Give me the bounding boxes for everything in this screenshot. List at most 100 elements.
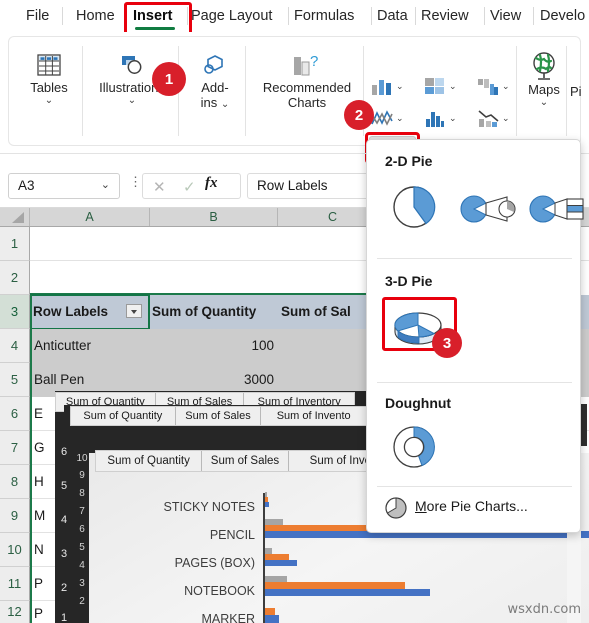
axis-tick: 1 — [60, 612, 68, 623]
pie-of-pie-icon — [460, 195, 516, 223]
ribbon-group-pivotchart[interactable]: Pi — [570, 84, 589, 99]
chevron-down-icon[interactable]: ⌄ — [88, 95, 176, 106]
row-header-5[interactable]: 5 — [0, 363, 30, 397]
chart-header-inventory-2: Sum of Invento — [276, 410, 351, 422]
doughnut-option[interactable] — [391, 424, 437, 475]
table-icon — [20, 50, 78, 80]
addins-icon — [188, 50, 242, 80]
chart-category-label: MARKER — [201, 612, 255, 623]
step-badge-3: 3 — [432, 328, 462, 358]
tab-file[interactable]: File — [26, 4, 49, 28]
chart-category-label: PENCIL — [209, 528, 255, 542]
chevron-down-icon[interactable]: ⌄ — [449, 113, 457, 124]
row-header-2[interactable]: 2 — [0, 261, 30, 295]
chevron-down-icon[interactable]: ⌄ — [502, 81, 510, 92]
ribbon-group-label: Recommended — [262, 80, 352, 95]
statistic-chart-button[interactable]: ⌄ — [424, 108, 457, 128]
column-header-b[interactable]: B — [150, 208, 278, 226]
ribbon-group-addins[interactable]: Add- ins ⌄ — [188, 50, 242, 110]
row-header-1[interactable]: 1 — [0, 227, 30, 261]
row-header-12[interactable]: 12 — [0, 601, 30, 623]
tab-formulas[interactable]: Formulas — [294, 4, 354, 28]
waterfall-chart-icon — [478, 79, 498, 95]
chart-window-front-header: Sum of Quantity Sum of Sales Sum of Inve — [95, 450, 393, 472]
bar-quantity-sticky — [265, 502, 269, 507]
pie-chart-dropdown-menu[interactable]: 2-D Pie 3-D Pie Doughnut More Pie Charts… — [366, 139, 584, 533]
hierarchy-chart-button[interactable]: ⌄ — [424, 76, 457, 96]
row-header-10[interactable]: 10 — [0, 533, 30, 567]
column-header-a[interactable]: A — [30, 208, 150, 226]
axis-tick: 2 — [60, 582, 68, 594]
svg-text:?: ? — [310, 53, 318, 70]
chevron-down-icon[interactable]: ⌄ — [101, 178, 110, 191]
axis-tick: 6 — [60, 446, 68, 458]
cell-b4[interactable]: 100 — [150, 334, 274, 358]
bar-quantity-notebook — [265, 589, 430, 596]
row-header-3[interactable]: 3 — [0, 295, 30, 329]
more-pie-charts-icon-wrap[interactable] — [384, 496, 408, 525]
waterfall-chart-button[interactable]: ⌄ — [477, 76, 510, 96]
chart-header-sales-2: Sum of Sales — [185, 410, 251, 422]
chevron-down-icon[interactable]: ⌄ — [502, 113, 510, 124]
cell-b5[interactable]: 3000 — [150, 368, 274, 392]
doughnut-icon — [393, 426, 435, 468]
confirm-icon[interactable]: ✓ — [183, 178, 196, 196]
chevron-down-icon[interactable]: ⌄ — [449, 81, 457, 92]
cell-a5[interactable]: Ball Pen — [34, 368, 154, 392]
bar-sales-notebook — [265, 582, 405, 589]
axis-tick: 4 — [60, 514, 68, 526]
step-badge-1: 1 — [152, 62, 186, 96]
line-chart-button[interactable]: ⌄ — [371, 108, 404, 128]
column-chart-button[interactable]: ⌄ — [371, 76, 404, 96]
row-header-7[interactable]: 7 — [0, 431, 30, 465]
bar-of-pie-icon — [529, 195, 584, 223]
ribbon-group-maps[interactable]: Maps ⌄ — [520, 50, 568, 108]
chevron-down-icon[interactable]: ⌄ — [396, 81, 404, 92]
tab-home[interactable]: Home — [76, 4, 115, 28]
cell-b3[interactable]: Sum of Quantity — [152, 300, 278, 324]
name-box-value: A3 — [18, 178, 35, 193]
ribbon-group-tables[interactable]: Tables ⌄ — [20, 50, 78, 106]
statistic-chart-icon — [426, 112, 444, 127]
axis-tick: 3 — [60, 548, 68, 560]
pie-icon — [393, 186, 436, 228]
row-header-6[interactable]: 6 — [0, 397, 30, 431]
dropdown-section-title-3d-pie: 3-D Pie — [385, 273, 433, 289]
ribbon-tab-bar: File Home Insert Page Layout Formulas Da… — [0, 0, 589, 36]
tab-data[interactable]: Data — [377, 4, 408, 28]
combo-chart-button[interactable]: ⌄ — [477, 108, 510, 128]
ribbon-group-recommended-charts[interactable]: ? Recommended Charts — [251, 50, 363, 110]
row-header-11[interactable]: 11 — [0, 567, 30, 601]
chevron-down-icon[interactable]: ⌄ — [221, 99, 229, 110]
more-pie-charts-icon — [385, 497, 407, 519]
chevron-down-icon[interactable]: ⌄ — [396, 113, 404, 124]
tab-review[interactable]: Review — [421, 4, 469, 28]
excel-window: File Home Insert Page Layout Formulas Da… — [0, 0, 589, 623]
filter-dropdown-button[interactable] — [126, 304, 142, 318]
tab-developer[interactable]: Develo — [540, 4, 585, 28]
formula-action-buttons: ✕ ✓ — [142, 173, 241, 199]
pie-of-pie-option[interactable] — [460, 192, 520, 231]
tab-page-layout[interactable]: Page Layout — [191, 4, 272, 28]
row-header-9[interactable]: 9 — [0, 499, 30, 533]
ribbon: Tables ⌄ Illustrations ⌄ Add- ins ⌄ ? Re… — [0, 32, 589, 164]
fx-icon[interactable]: fx — [205, 175, 218, 192]
hierarchy-chart-icon — [425, 78, 444, 94]
bar-of-pie-option[interactable] — [529, 192, 587, 231]
chevron-down-icon[interactable]: ⌄ — [520, 97, 568, 108]
pie-2d-option[interactable] — [391, 184, 437, 235]
chevron-down-icon[interactable]: ⌄ — [20, 95, 78, 106]
row-header-8[interactable]: 8 — [0, 465, 30, 499]
ribbon-group-label: Maps — [528, 82, 560, 97]
formula-bar-handle[interactable]: ⋮ — [129, 175, 142, 193]
tab-view[interactable]: View — [490, 4, 521, 28]
row-header-4[interactable]: 4 — [0, 329, 30, 363]
more-pie-charts-label: ore Pie Charts... — [426, 498, 528, 514]
cell-a4[interactable]: Anticutter — [34, 334, 154, 358]
cancel-icon[interactable]: ✕ — [153, 178, 166, 196]
name-box[interactable]: A3 ⌄ — [8, 173, 120, 199]
dropdown-section-title-doughnut: Doughnut — [385, 395, 452, 411]
select-all-corner[interactable] — [0, 208, 30, 226]
line-chart-icon — [371, 110, 393, 126]
more-pie-charts-item[interactable]: More Pie Charts... — [415, 498, 528, 514]
